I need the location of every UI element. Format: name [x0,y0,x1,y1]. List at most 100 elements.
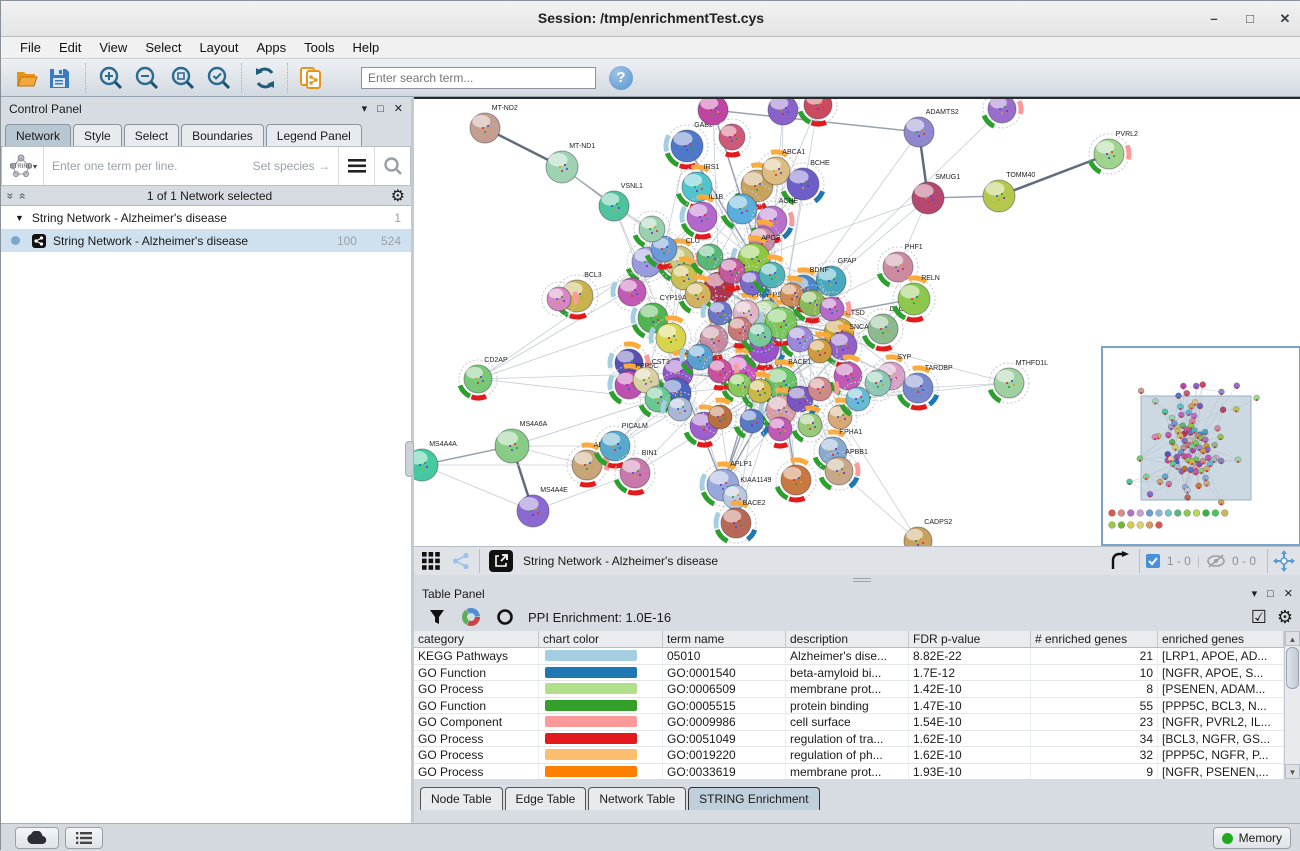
enrichment-settings-gear-icon[interactable]: ⚙ [1277,607,1293,628]
network-node[interactable]: PHF1 [878,244,923,287]
network-node[interactable] [714,119,750,155]
tab-network-table[interactable]: Network Table [588,787,686,810]
tab-legend-panel[interactable]: Legend Panel [266,124,362,146]
collection-row[interactable]: ▼ String Network - Alzheimer's disease 1 [1,206,411,229]
help-icon[interactable]: ? [609,66,633,90]
column-header[interactable]: # enriched genes [1031,631,1158,647]
pie-chart-icon[interactable] [458,605,484,629]
string-logo-icon[interactable]: STRING [2,147,44,185]
tab-boundaries[interactable]: Boundaries [181,124,264,146]
network-node[interactable] [768,99,798,125]
table-row[interactable]: GO FunctionGO:0001540beta-amyloid bi...1… [414,665,1300,682]
network-node[interactable] [983,99,1021,128]
task-list-button[interactable] [65,827,103,849]
clone-network-icon[interactable] [297,64,325,92]
table-row[interactable]: GO ProcessGO:0019220regulation of ph...1… [414,747,1300,764]
panel-close-icon[interactable]: ✕ [394,102,403,115]
network-node[interactable]: MT-ND2 [470,105,518,143]
pan-move-icon[interactable] [1273,550,1295,572]
tab-node-table[interactable]: Node Table [420,787,503,810]
menu-tools[interactable]: Tools [295,40,343,55]
close-button[interactable]: ✕ [1272,9,1298,29]
network-node[interactable] [799,99,837,124]
table-row[interactable]: GO ProcessGO:0006509membrane prot...1.42… [414,681,1300,698]
export-network-icon[interactable] [1108,549,1134,573]
zoom-in-icon[interactable] [97,64,125,92]
column-header[interactable]: term name [663,631,786,647]
network-node[interactable]: SMUG1 [912,174,960,214]
collection-expander-icon[interactable]: ▼ [15,213,24,223]
network-node[interactable] [793,408,827,442]
column-header[interactable]: FDR p-value [909,631,1031,647]
set-species-label[interactable]: Set species → [253,159,330,173]
scroll-up-icon[interactable]: ▲ [1285,631,1300,646]
network-node[interactable]: TOMM40 [983,172,1035,212]
network-node[interactable]: ADAMTS2 [904,109,959,147]
network-row[interactable]: String Network - Alzheimer's disease 100… [1,229,411,252]
scrollbar-thumb[interactable] [1286,647,1299,689]
minimize-button[interactable]: – [1201,9,1227,29]
table-row[interactable]: GO ProcessGO:0051049regulation of tra...… [414,731,1300,748]
memory-button[interactable]: Memory [1213,827,1291,849]
tab-network[interactable]: Network [5,124,71,146]
maximize-button[interactable]: □ [1237,9,1263,29]
network-edge[interactable] [839,471,918,541]
network-node[interactable]: VSNL1 [599,183,643,221]
network-edge[interactable] [422,465,533,511]
column-header[interactable]: chart color [539,631,663,647]
column-header[interactable]: enriched genes [1158,631,1284,647]
network-node[interactable] [776,460,816,500]
menu-select[interactable]: Select [136,40,190,55]
network-node[interactable]: DLG4 [863,306,908,349]
panel-close-icon[interactable]: ✕ [1284,587,1293,600]
select-terms-icon[interactable]: ☑ [1251,607,1267,628]
panel-menu-icon[interactable]: ▾ [1252,587,1258,600]
menu-file[interactable]: File [11,40,50,55]
panel-menu-icon[interactable]: ▾ [362,102,368,115]
enrichment-table[interactable]: categorychart colorterm namedescriptionF… [414,631,1300,779]
menu-edit[interactable]: Edit [50,40,90,55]
expand-all-icon[interactable]: » [14,192,28,199]
scroll-down-icon[interactable]: ▼ [1285,764,1300,779]
network-node[interactable]: MTHFD1L [989,360,1048,403]
network-node[interactable] [698,99,728,125]
grid-view-icon[interactable] [418,549,444,573]
open-session-icon[interactable] [13,64,41,92]
ring-chart-icon[interactable] [492,605,518,629]
string-options-icon[interactable] [338,147,374,185]
panel-float-icon[interactable]: □ [1267,588,1274,600]
menu-layout[interactable]: Layout [190,40,247,55]
network-node[interactable]: CADPS2 [904,519,952,546]
horizontal-splitter-grip[interactable] [853,578,871,582]
table-row[interactable]: GO FunctionGO:0005515protein binding1.47… [414,698,1300,715]
filter-icon[interactable] [424,605,450,629]
table-row[interactable]: GO ProcessGO:0033619membrane prot...1.93… [414,764,1300,780]
tab-string-enrichment[interactable]: STRING Enrichment [688,787,819,810]
menu-view[interactable]: View [90,40,136,55]
birds-eye-view[interactable] [1101,346,1300,546]
menu-apps[interactable]: Apps [248,40,296,55]
tab-style[interactable]: Style [73,124,122,146]
network-node[interactable]: PVRL2 [1089,131,1138,174]
network-node[interactable]: GAB2 [666,122,713,167]
network-node[interactable]: MS4A4E [517,487,568,527]
string-query-input[interactable] [44,159,253,173]
network-node[interactable]: MT-ND1 [546,143,595,183]
string-share-icon[interactable] [448,549,474,573]
zoom-selected-icon[interactable] [205,64,233,92]
save-session-icon[interactable] [45,64,73,92]
network-node[interactable]: MS4A4A [414,441,457,481]
string-search-icon[interactable] [374,147,410,185]
panel-float-icon[interactable]: □ [377,103,384,115]
cloud-button[interactable] [15,827,59,849]
column-header[interactable]: description [786,631,909,647]
selected-checkbox-icon[interactable] [1145,553,1161,569]
tab-edge-table[interactable]: Edge Table [505,787,587,810]
zoom-fit-icon[interactable] [169,64,197,92]
hidden-eye-icon[interactable] [1206,553,1226,569]
network-node[interactable]: CD2AP [459,357,508,398]
refresh-icon[interactable] [251,64,279,92]
open-in-browser-icon[interactable] [489,550,513,572]
tab-select[interactable]: Select [124,124,179,146]
table-row[interactable]: KEGG Pathways05010Alzheimer's dise...8.8… [414,648,1300,665]
